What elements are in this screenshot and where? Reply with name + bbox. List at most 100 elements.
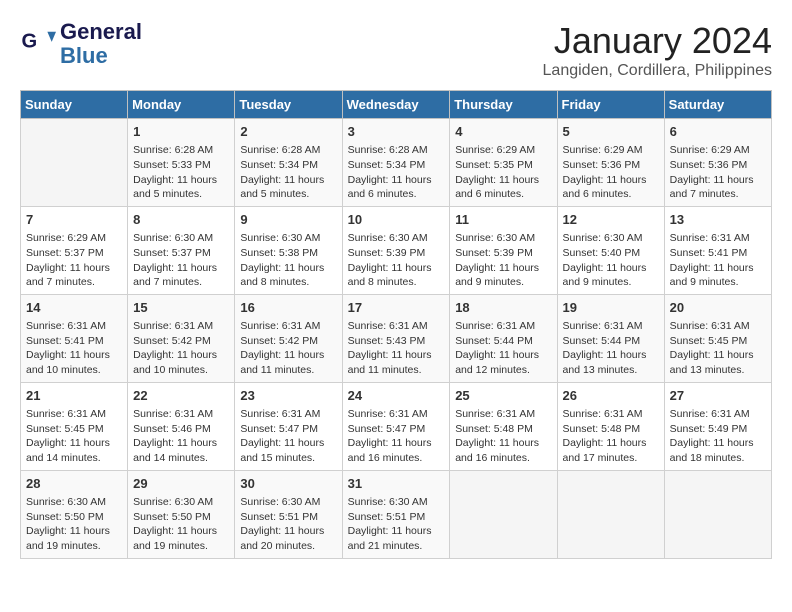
day-number: 1 (133, 123, 229, 141)
day-number: 7 (26, 211, 122, 229)
calendar-cell: 11 Sunrise: 6:30 AM Sunset: 5:39 PM Dayli… (450, 206, 557, 294)
month-year: January 2024 (543, 20, 772, 62)
calendar-cell: 12Sunrise: 6:30 AM Sunset: 5:40 PM Dayli… (557, 206, 664, 294)
calendar-cell: 23 Sunrise: 6:31 AM Sunset: 5:47 PM Dayli… (235, 382, 342, 470)
calendar-cell: 27 Sunrise: 6:31 AM Sunset: 5:49 PM Dayli… (664, 382, 771, 470)
day-info: Sunrise: 6:31 AM Sunset: 5:42 PM Dayligh… (240, 319, 336, 378)
calendar-cell: 22 Sunrise: 6:31 AM Sunset: 5:46 PM Dayli… (128, 382, 235, 470)
day-number: 20 (670, 299, 766, 317)
day-info: Sunrise: 6:31 AM Sunset: 5:46 PM Dayligh… (133, 407, 229, 466)
day-info: Sunrise: 6:30 AM Sunset: 5:38 PM Dayligh… (240, 231, 336, 290)
day-info: Sunrise: 6:31 AM Sunset: 5:44 PM Dayligh… (563, 319, 659, 378)
calendar-cell: 16 Sunrise: 6:31 AM Sunset: 5:42 PM Dayli… (235, 294, 342, 382)
day-info: Sunrise: 6:30 AM Sunset: 5:39 PM Dayligh… (455, 231, 551, 290)
calendar-cell: 7 Sunrise: 6:29 AM Sunset: 5:37 PM Daylig… (21, 206, 128, 294)
calendar-cell: 5 Sunrise: 6:29 AM Sunset: 5:36 PM Daylig… (557, 119, 664, 207)
day-header-wednesday: Wednesday (342, 91, 450, 119)
calendar-week-row: 14 Sunrise: 6:31 AM Sunset: 5:41 PM Dayli… (21, 294, 772, 382)
day-header-tuesday: Tuesday (235, 91, 342, 119)
svg-text:G: G (21, 31, 37, 53)
day-info: Sunrise: 6:29 AM Sunset: 5:36 PM Dayligh… (563, 143, 659, 202)
day-number: 22 (133, 387, 229, 405)
calendar-cell: 4Sunrise: 6:29 AM Sunset: 5:35 PM Daylig… (450, 119, 557, 207)
logo-icon: G (20, 26, 56, 62)
day-info: Sunrise: 6:30 AM Sunset: 5:51 PM Dayligh… (240, 495, 336, 554)
day-number: 11 (455, 211, 551, 229)
day-number: 8 (133, 211, 229, 229)
calendar-week-row: 7 Sunrise: 6:29 AM Sunset: 5:37 PM Daylig… (21, 206, 772, 294)
calendar-cell (664, 470, 771, 558)
calendar-cell: 31Sunrise: 6:30 AM Sunset: 5:51 PM Dayli… (342, 470, 450, 558)
day-number: 18 (455, 299, 551, 317)
day-header-sunday: Sunday (21, 91, 128, 119)
calendar-cell: 18 Sunrise: 6:31 AM Sunset: 5:44 PM Dayli… (450, 294, 557, 382)
calendar-week-row: 1Sunrise: 6:28 AM Sunset: 5:33 PM Daylig… (21, 119, 772, 207)
page-header: G General Blue January 2024 Langiden, Co… (20, 20, 772, 80)
day-header-thursday: Thursday (450, 91, 557, 119)
day-info: Sunrise: 6:29 AM Sunset: 5:37 PM Dayligh… (26, 231, 122, 290)
day-number: 31 (348, 475, 445, 493)
calendar-cell: 30 Sunrise: 6:30 AM Sunset: 5:51 PM Dayli… (235, 470, 342, 558)
day-info: Sunrise: 6:31 AM Sunset: 5:45 PM Dayligh… (670, 319, 766, 378)
calendar-cell: 1Sunrise: 6:28 AM Sunset: 5:33 PM Daylig… (128, 119, 235, 207)
day-info: Sunrise: 6:28 AM Sunset: 5:34 PM Dayligh… (348, 143, 445, 202)
day-info: Sunrise: 6:31 AM Sunset: 5:44 PM Dayligh… (455, 319, 551, 378)
day-number: 5 (563, 123, 659, 141)
calendar-cell: 8 Sunrise: 6:30 AM Sunset: 5:37 PM Daylig… (128, 206, 235, 294)
calendar-cell: 20 Sunrise: 6:31 AM Sunset: 5:45 PM Dayli… (664, 294, 771, 382)
day-info: Sunrise: 6:28 AM Sunset: 5:34 PM Dayligh… (240, 143, 336, 202)
day-number: 9 (240, 211, 336, 229)
day-number: 14 (26, 299, 122, 317)
day-number: 25 (455, 387, 551, 405)
day-info: Sunrise: 6:31 AM Sunset: 5:48 PM Dayligh… (455, 407, 551, 466)
calendar-cell: 2 Sunrise: 6:28 AM Sunset: 5:34 PM Daylig… (235, 119, 342, 207)
calendar-week-row: 28Sunrise: 6:30 AM Sunset: 5:50 PM Dayli… (21, 470, 772, 558)
day-info: Sunrise: 6:30 AM Sunset: 5:50 PM Dayligh… (26, 495, 122, 554)
day-info: Sunrise: 6:31 AM Sunset: 5:43 PM Dayligh… (348, 319, 445, 378)
calendar-header-row: SundayMondayTuesdayWednesdayThursdayFrid… (21, 91, 772, 119)
day-header-monday: Monday (128, 91, 235, 119)
day-info: Sunrise: 6:31 AM Sunset: 5:49 PM Dayligh… (670, 407, 766, 466)
day-number: 4 (455, 123, 551, 141)
day-number: 24 (348, 387, 445, 405)
day-header-friday: Friday (557, 91, 664, 119)
logo-text: General Blue (60, 20, 142, 68)
day-number: 21 (26, 387, 122, 405)
day-number: 6 (670, 123, 766, 141)
day-info: Sunrise: 6:30 AM Sunset: 5:37 PM Dayligh… (133, 231, 229, 290)
day-info: Sunrise: 6:31 AM Sunset: 5:41 PM Dayligh… (670, 231, 766, 290)
day-number: 30 (240, 475, 336, 493)
day-info: Sunrise: 6:31 AM Sunset: 5:48 PM Dayligh… (563, 407, 659, 466)
day-info: Sunrise: 6:31 AM Sunset: 5:42 PM Dayligh… (133, 319, 229, 378)
day-number: 3 (348, 123, 445, 141)
day-number: 19 (563, 299, 659, 317)
day-info: Sunrise: 6:29 AM Sunset: 5:36 PM Dayligh… (670, 143, 766, 202)
day-number: 10 (348, 211, 445, 229)
day-number: 17 (348, 299, 445, 317)
day-number: 26 (563, 387, 659, 405)
day-info: Sunrise: 6:31 AM Sunset: 5:47 PM Dayligh… (348, 407, 445, 466)
calendar-cell: 25 Sunrise: 6:31 AM Sunset: 5:48 PM Dayli… (450, 382, 557, 470)
calendar-cell: 15Sunrise: 6:31 AM Sunset: 5:42 PM Dayli… (128, 294, 235, 382)
day-info: Sunrise: 6:31 AM Sunset: 5:47 PM Dayligh… (240, 407, 336, 466)
day-info: Sunrise: 6:31 AM Sunset: 5:41 PM Dayligh… (26, 319, 122, 378)
calendar-cell: 24 Sunrise: 6:31 AM Sunset: 5:47 PM Dayli… (342, 382, 450, 470)
calendar-cell: 9 Sunrise: 6:30 AM Sunset: 5:38 PM Daylig… (235, 206, 342, 294)
day-number: 27 (670, 387, 766, 405)
calendar-week-row: 21Sunrise: 6:31 AM Sunset: 5:45 PM Dayli… (21, 382, 772, 470)
calendar-cell: 17 Sunrise: 6:31 AM Sunset: 5:43 PM Dayli… (342, 294, 450, 382)
calendar-cell: 3 Sunrise: 6:28 AM Sunset: 5:34 PM Daylig… (342, 119, 450, 207)
logo: G General Blue (20, 20, 142, 68)
day-number: 13 (670, 211, 766, 229)
day-info: Sunrise: 6:30 AM Sunset: 5:50 PM Dayligh… (133, 495, 229, 554)
day-number: 12 (563, 211, 659, 229)
day-number: 2 (240, 123, 336, 141)
calendar-cell: 26 Sunrise: 6:31 AM Sunset: 5:48 PM Dayli… (557, 382, 664, 470)
day-number: 29 (133, 475, 229, 493)
calendar-cell (21, 119, 128, 207)
calendar-cell: 10Sunrise: 6:30 AM Sunset: 5:39 PM Dayli… (342, 206, 450, 294)
calendar-cell: 13 Sunrise: 6:31 AM Sunset: 5:41 PM Dayli… (664, 206, 771, 294)
location: Langiden, Cordillera, Philippines (543, 62, 772, 80)
day-number: 16 (240, 299, 336, 317)
day-number: 23 (240, 387, 336, 405)
